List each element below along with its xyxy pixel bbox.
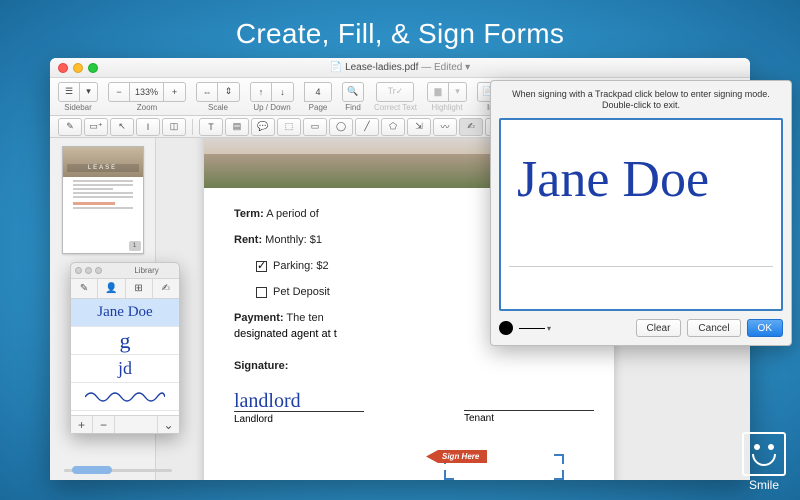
marketing-headline: Create, Fill, & Sign Forms [0, 0, 800, 50]
pencil-tool[interactable]: ✎ [58, 118, 82, 136]
zoom-out-button[interactable]: − [108, 82, 130, 102]
signature-dialog: When signing with a Trackpad click below… [490, 80, 792, 346]
text-tool[interactable]: T [199, 118, 223, 136]
highlight-button[interactable]: ▆ [427, 82, 449, 102]
palette-minimize-button[interactable] [85, 267, 92, 274]
polygon-tool[interactable]: ⬠ [381, 118, 405, 136]
library-item[interactable]: g [71, 327, 179, 355]
freehand-tool[interactable]: 〰 [433, 118, 457, 136]
palette-close-button[interactable] [75, 267, 82, 274]
ok-button[interactable]: OK [747, 319, 783, 337]
pet-deposit-checkbox[interactable] [256, 287, 267, 298]
note-tool[interactable]: ▤ [225, 118, 249, 136]
page-thumbnail[interactable]: LEASE 1 [62, 146, 144, 254]
highlight-dropdown[interactable]: ▾ [449, 82, 467, 102]
library-item[interactable]: Jane Doe [71, 299, 179, 327]
library-add-button[interactable]: + [71, 416, 93, 433]
correct-label: Correct Text [374, 103, 417, 112]
zoom-label: Zoom [137, 103, 157, 112]
brand-logo: Smile [742, 432, 786, 492]
shape-circle-tool[interactable]: ◯ [329, 118, 353, 136]
signature-instructions: When signing with a Trackpad click below… [499, 89, 783, 112]
sidebar-mode-dropdown[interactable]: ▾ [80, 82, 98, 102]
clear-button[interactable]: Clear [636, 319, 682, 337]
scale-label: Scale [208, 103, 228, 112]
find-label: Find [345, 103, 361, 112]
parking-checkbox[interactable] [256, 261, 267, 272]
tenant-caption: Tenant [464, 413, 594, 424]
page-label: Page [309, 103, 328, 112]
find-button[interactable]: 🔍 [342, 82, 364, 102]
updown-label: Up / Down [253, 103, 290, 112]
signature-tool[interactable]: ✍︎ [459, 118, 483, 136]
thumbnail-page-number: 1 [129, 241, 141, 251]
page-number-field[interactable]: 4 [304, 82, 332, 102]
correct-text-button[interactable]: Tr✓ [376, 82, 414, 102]
comment-tool[interactable]: 💬 [251, 118, 275, 136]
zoom-in-button[interactable]: + [164, 82, 186, 102]
zoom-value[interactable]: 133% [130, 82, 164, 102]
shape-rect-tool[interactable]: ▭ [303, 118, 327, 136]
library-item[interactable]: jd [71, 355, 179, 383]
select-tool[interactable]: ▭⁺ [84, 118, 108, 136]
landlord-caption: Landlord [234, 414, 364, 425]
rect-select-tool[interactable]: ◫ [162, 118, 186, 136]
palette-zoom-button[interactable] [95, 267, 102, 274]
library-options-button[interactable]: ⌄ [157, 416, 179, 433]
library-tab-signatures[interactable]: ✍︎ [153, 279, 179, 298]
sidebar-scrollbar[interactable] [64, 466, 172, 474]
line-tool[interactable]: ╱ [355, 118, 379, 136]
sidebar-label: Sidebar [64, 103, 92, 112]
link-tool[interactable]: ⬚ [277, 118, 301, 136]
brand-name: Smile [742, 478, 786, 492]
library-title: Library [134, 266, 158, 275]
fit-page-button[interactable]: ⇕ [218, 82, 240, 102]
library-tab-forms[interactable]: ⊞ [126, 279, 153, 298]
signature-drawing: Jane Doe [517, 150, 709, 209]
library-remove-button[interactable]: − [93, 416, 115, 433]
document-title: 📄 Lease-ladies.pdf — Edited ▾ [50, 62, 750, 73]
highlight-label: Highlight [431, 103, 462, 112]
sidebar-toggle-button[interactable]: ☰ [58, 82, 80, 102]
signature-color-picker[interactable] [499, 321, 513, 335]
sign-here-stamp[interactable]: Sign Here [426, 450, 487, 463]
cancel-button[interactable]: Cancel [687, 319, 740, 337]
fit-width-button[interactable]: ⇔ [196, 82, 218, 102]
arrow-tool[interactable]: ↖︎ [110, 118, 134, 136]
page-down-button[interactable]: ↓ [272, 82, 294, 102]
signature-pad[interactable]: Jane Doe [499, 118, 783, 312]
library-tab-stamps[interactable]: ✎ [71, 279, 98, 298]
titlebar: 📄 Lease-ladies.pdf — Edited ▾ [50, 58, 750, 78]
text-select-tool[interactable]: I [136, 118, 160, 136]
library-tab-people[interactable]: 👤 [98, 279, 125, 298]
library-palette: Library ✎ 👤 ⊞ ✍︎ Jane Doe g jd + − ⌄ [70, 262, 180, 434]
callout-tool[interactable]: ⇲ [407, 118, 431, 136]
landlord-signature: landlord [234, 390, 364, 413]
signature-line-width[interactable] [519, 328, 545, 329]
page-up-button[interactable]: ↑ [250, 82, 272, 102]
library-item[interactable] [71, 383, 179, 411]
